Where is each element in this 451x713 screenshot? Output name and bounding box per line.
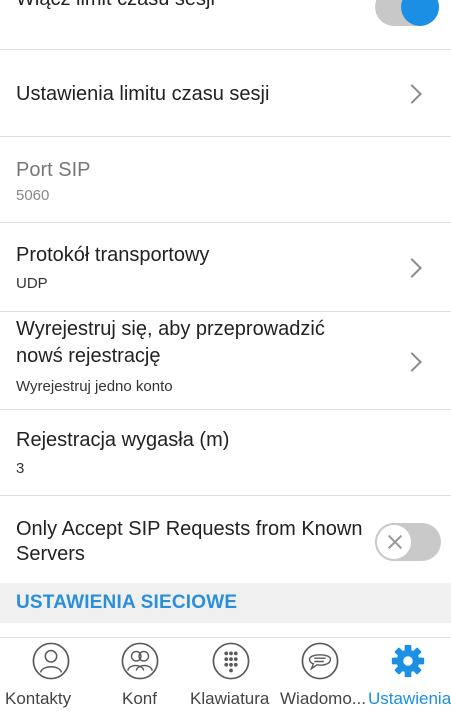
close-icon bbox=[375, 523, 413, 561]
tab-label: Ustawienia bbox=[368, 689, 451, 708]
registration-expiry-label: Rejestracja wygasła (m) bbox=[16, 429, 230, 451]
session-timeout-label: Włącz limit czasu sesji bbox=[16, 0, 215, 13]
tab-messages[interactable]: Wiadomo... bbox=[278, 638, 370, 713]
message-icon bbox=[301, 642, 339, 680]
known-servers-label-line1: Only Accept SIP Requests from Known bbox=[16, 518, 363, 540]
registration-expiry-value: 3 bbox=[16, 460, 25, 477]
network-settings-section-header: USTAWIENIA SIECIOWE bbox=[0, 583, 451, 623]
session-timeout-toggle-row[interactable]: Włącz limit czasu sesji bbox=[0, 0, 451, 50]
conference-icon bbox=[121, 642, 159, 680]
unregister-label-line1: Wyrejestruj się, aby przeprowadzić bbox=[16, 318, 325, 340]
toggle-knob bbox=[401, 0, 439, 26]
known-servers-row[interactable]: Only Accept SIP Requests from Known Serv… bbox=[0, 496, 451, 583]
unregister-label-line2: nowś rejestrację bbox=[16, 345, 161, 367]
chevron-right-icon bbox=[402, 352, 422, 372]
session-limit-settings-row[interactable]: Ustawienia limitu czasu sesji bbox=[0, 50, 451, 137]
known-servers-toggle[interactable] bbox=[375, 523, 441, 561]
sip-port-value: 5060 bbox=[16, 187, 50, 204]
tab-label: Konf bbox=[122, 689, 157, 708]
bottom-tab-bar: Kontakty Konf Klawiatura Wiadomo... Usta… bbox=[0, 637, 451, 713]
contact-icon bbox=[32, 642, 70, 680]
transport-protocol-row[interactable]: Protokół transportowy UDP bbox=[0, 223, 451, 312]
chevron-right-icon bbox=[402, 258, 422, 278]
tab-label: Kontakty bbox=[5, 689, 72, 708]
transport-protocol-label: Protokół transportowy bbox=[16, 244, 210, 266]
section-title: USTAWIENIA SIECIOWE bbox=[16, 592, 238, 613]
sip-port-label: Port SIP bbox=[16, 159, 91, 181]
unregister-row[interactable]: Wyrejestruj się, aby przeprowadzić nowś … bbox=[0, 312, 451, 410]
unregister-value: Wyrejestruj jedno konto bbox=[16, 378, 173, 395]
chevron-right-icon bbox=[402, 84, 422, 104]
tab-dialpad[interactable]: Klawiatura bbox=[190, 638, 280, 713]
tab-label: Wiadomo... bbox=[280, 689, 366, 708]
known-servers-label-line2: Servers bbox=[16, 543, 85, 565]
tab-conference[interactable]: Konf bbox=[104, 638, 174, 713]
session-timeout-toggle[interactable] bbox=[375, 0, 439, 26]
sip-port-row: Port SIP 5060 bbox=[0, 137, 451, 223]
gear-icon bbox=[391, 644, 425, 678]
tab-contacts[interactable]: Kontakty bbox=[0, 638, 88, 713]
dialpad-icon bbox=[212, 642, 250, 680]
tab-label: Klawiatura bbox=[190, 689, 270, 708]
registration-expiry-row[interactable]: Rejestracja wygasła (m) 3 bbox=[0, 410, 451, 496]
session-limit-label: Ustawienia limitu czasu sesji bbox=[16, 83, 270, 105]
tab-settings[interactable]: Ustawienia bbox=[366, 638, 451, 713]
transport-protocol-value: UDP bbox=[16, 275, 48, 292]
